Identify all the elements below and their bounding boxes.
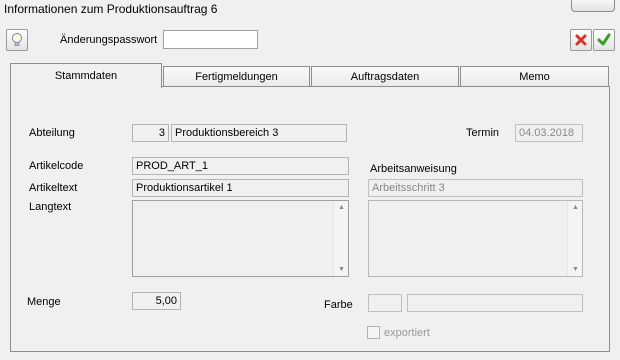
abteilung-number-field[interactable]: 3 (132, 124, 169, 142)
tab-memo[interactable]: Memo (460, 66, 609, 87)
close-icon (575, 34, 587, 46)
abteilung-label: Abteilung (29, 127, 75, 139)
termin-field[interactable]: 04.03.2018 (515, 124, 583, 142)
scroll-down-arrow-icon[interactable]: ▼ (568, 266, 583, 273)
checkmark-icon (597, 33, 611, 46)
ok-button[interactable] (593, 29, 615, 51)
window-title: Informationen zum Produktionsauftrag 6 (4, 2, 218, 16)
termin-label: Termin (466, 127, 500, 139)
menge-label: Menge (27, 296, 61, 308)
langtext-textarea[interactable]: ▲ ▼ (132, 200, 349, 277)
abteilung-name-field[interactable]: Produktionsbereich 3 (171, 124, 347, 142)
exportiert-label: exportiert (384, 327, 430, 339)
scroll-up-arrow-icon[interactable]: ▲ (568, 204, 583, 211)
arbeitsanweisung-field[interactable]: Arbeitsschritt 3 (368, 179, 583, 197)
menge-field[interactable]: 5,00 (132, 292, 181, 310)
exportiert-checkbox[interactable] (367, 326, 380, 339)
arbeitsanweisung-textarea[interactable]: ▲ ▼ (368, 200, 583, 277)
arbeitsanweisung-scrollbar[interactable]: ▲ ▼ (567, 201, 582, 276)
tab-fertigmeldungen[interactable]: Fertigmeldungen (163, 66, 310, 87)
scroll-down-arrow-icon[interactable]: ▼ (334, 266, 349, 273)
cancel-button[interactable] (570, 29, 592, 51)
arbeitsanweisung-label: Arbeitsanweisung (370, 163, 457, 175)
window-close-button[interactable] (571, 0, 615, 12)
farbe-code-field[interactable] (368, 294, 402, 312)
tab-stammdaten[interactable]: Stammdaten (10, 63, 162, 88)
info-button[interactable] (6, 29, 28, 51)
lightbulb-icon (12, 33, 22, 46)
artikelcode-label: Artikelcode (29, 160, 84, 172)
langtext-scrollbar[interactable]: ▲ ▼ (333, 201, 348, 276)
artikeltext-label: Artikeltext (29, 182, 78, 194)
farbe-name-field[interactable] (407, 294, 583, 312)
langtext-label: Langtext (29, 201, 72, 213)
artikeltext-field[interactable]: Produktionsartikel 1 (132, 179, 349, 197)
password-input[interactable] (163, 30, 258, 49)
farbe-label: Farbe (324, 299, 353, 311)
tab-auftragsdaten[interactable]: Auftragsdaten (311, 66, 459, 87)
scroll-up-arrow-icon[interactable]: ▲ (334, 204, 349, 211)
artikelcode-field[interactable]: PROD_ART_1 (132, 157, 349, 175)
password-label: Änderungspasswort (60, 34, 158, 46)
